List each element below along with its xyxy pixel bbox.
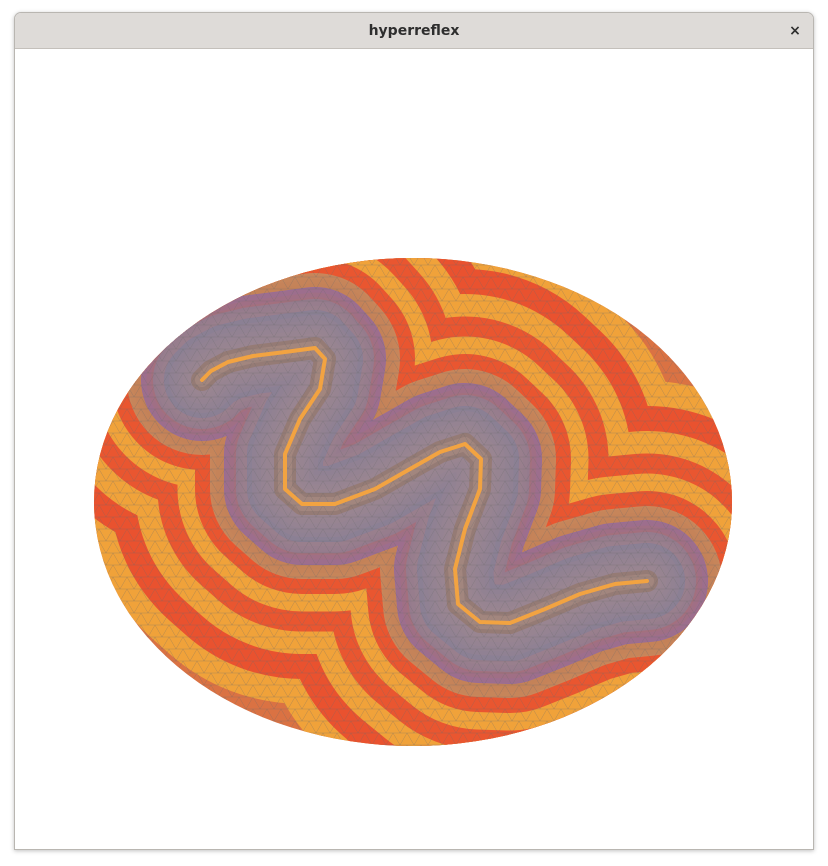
triangle-mesh-overlay xyxy=(94,258,732,746)
close-button[interactable]: × xyxy=(783,19,807,43)
window-title: hyperreflex xyxy=(368,23,460,39)
title-bar[interactable]: hyperreflex × xyxy=(15,13,813,49)
render-canvas[interactable] xyxy=(15,49,813,849)
mesh-visualization xyxy=(94,258,732,746)
app-window: hyperreflex × xyxy=(14,12,814,850)
mesh-disk xyxy=(94,258,732,746)
